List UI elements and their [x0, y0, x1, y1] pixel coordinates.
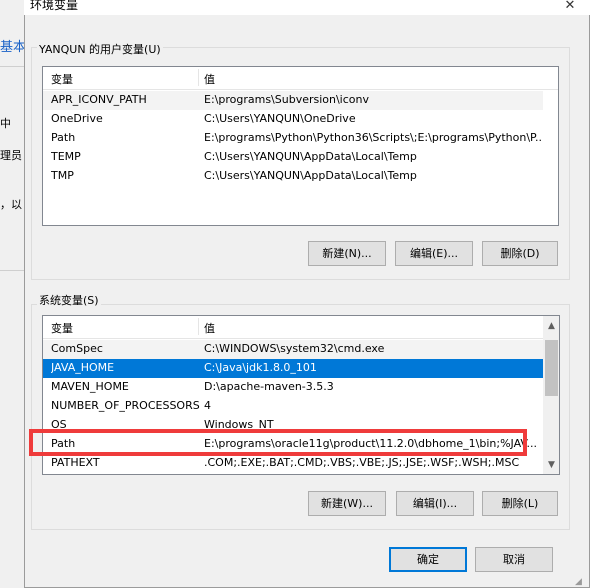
row-variable-value: C:\WINDOWS\system32\cmd.exe [204, 342, 385, 355]
table-row[interactable]: ComSpec C:\WINDOWS\system32\cmd.exe [43, 340, 543, 359]
row-variable-value: D:\apache-maven-3.5.3 [204, 380, 334, 393]
user-new-button[interactable]: 新建(N)... [308, 241, 386, 266]
row-variable-name: PATHEXT [51, 456, 100, 469]
list-header: 变量 值 [43, 316, 559, 339]
column-header-value[interactable]: 值 [204, 320, 215, 336]
row-variable-name: TEMP [51, 150, 81, 163]
close-button[interactable]: ✕ [557, 0, 583, 14]
row-variable-name: APR_ICONV_PATH [51, 93, 147, 106]
user-variables-label: YANQUN 的用户变量(U) [37, 41, 163, 57]
ok-button[interactable]: 确定 [389, 547, 467, 572]
row-variable-value: C:\Users\YANQUN\AppData\Local\Temp [204, 169, 417, 182]
system-delete-button[interactable]: 删除(L) [482, 491, 558, 516]
row-variable-name: TMP [51, 169, 74, 182]
table-row[interactable]: PATHEXT .COM;.EXE;.BAT;.CMD;.VBS;.VBE;.J… [43, 454, 543, 473]
row-variable-name: JAVA_HOME [51, 361, 115, 374]
system-variables-label: 系统变量(S) [37, 292, 101, 308]
row-variable-value: C:\Users\YANQUN\AppData\Local\Temp [204, 150, 417, 163]
row-variable-name: OneDrive [51, 112, 103, 125]
dialog-title: 环境变量 [30, 0, 79, 12]
column-separator [198, 69, 199, 86]
user-edit-button[interactable]: 编辑(E)... [395, 241, 473, 266]
column-separator [198, 318, 199, 335]
cancel-button[interactable]: 取消 [475, 547, 553, 572]
list-header: 变量 值 [43, 67, 558, 90]
system-new-button[interactable]: 新建(W)... [308, 491, 386, 516]
row-variable-value: E:\programs\Python\Python36\Scripts\;E:\… [204, 131, 541, 144]
background-text: 中 [0, 117, 11, 130]
table-row[interactable]: APR_ICONV_PATH E:\programs\Subversion\ic… [43, 91, 543, 110]
resize-grip-icon[interactable]: ◢ [575, 576, 587, 588]
scroll-up-icon[interactable]: ▲ [543, 318, 559, 335]
title-bar [24, 0, 590, 15]
close-icon: ✕ [564, 0, 576, 13]
system-edit-button[interactable]: 编辑(I)... [396, 491, 474, 516]
scrollbar-thumb[interactable] [545, 340, 558, 396]
table-row[interactable]: NUMBER_OF_PROCESSORS 4 [43, 397, 543, 416]
row-variable-name: Path [51, 131, 76, 144]
scroll-down-icon[interactable]: ▼ [543, 457, 559, 474]
table-row[interactable]: TEMP C:\Users\YANQUN\AppData\Local\Temp [43, 148, 543, 167]
table-row[interactable]: TMP C:\Users\YANQUN\AppData\Local\Temp [43, 167, 543, 186]
background-text: 基本 [0, 40, 27, 55]
background-window: 基本 中 理员 ，以 [0, 0, 27, 588]
background-text: 理员 [0, 149, 22, 162]
highlight-box [29, 429, 527, 456]
row-variable-name: MAVEN_HOME [51, 380, 129, 393]
column-header-variable[interactable]: 变量 [51, 320, 73, 336]
row-variable-value: C:\Java\jdk1.8.0_101 [204, 361, 317, 374]
user-delete-button[interactable]: 删除(D) [482, 241, 558, 266]
row-variable-value: .COM;.EXE;.BAT;.CMD;.VBS;.VBE;.JS;.JSE;.… [204, 456, 520, 469]
row-variable-name: ComSpec [51, 342, 103, 355]
row-variable-value: E:\programs\Subversion\iconv [204, 93, 369, 106]
user-variables-list[interactable]: 变量 值 APR_ICONV_PATH E:\programs\Subversi… [42, 66, 559, 226]
row-variable-value: 4 [204, 399, 211, 412]
row-variable-value: C:\Users\YANQUN\OneDrive [204, 112, 356, 125]
vertical-scrollbar[interactable]: ▲ ▼ [543, 316, 559, 474]
table-row[interactable]: OneDrive C:\Users\YANQUN\OneDrive [43, 110, 543, 129]
row-variable-name: NUMBER_OF_PROCESSORS [51, 399, 200, 412]
table-row[interactable]: MAVEN_HOME D:\apache-maven-3.5.3 [43, 378, 543, 397]
table-row[interactable]: Path E:\programs\Python\Python36\Scripts… [43, 129, 543, 148]
column-header-value[interactable]: 值 [204, 71, 215, 87]
background-text: ，以 [0, 198, 22, 211]
background-divider [0, 66, 24, 67]
background-divider [0, 270, 24, 271]
table-row-selected[interactable]: JAVA_HOME C:\Java\jdk1.8.0_101 [43, 359, 543, 378]
column-header-variable[interactable]: 变量 [51, 71, 73, 87]
